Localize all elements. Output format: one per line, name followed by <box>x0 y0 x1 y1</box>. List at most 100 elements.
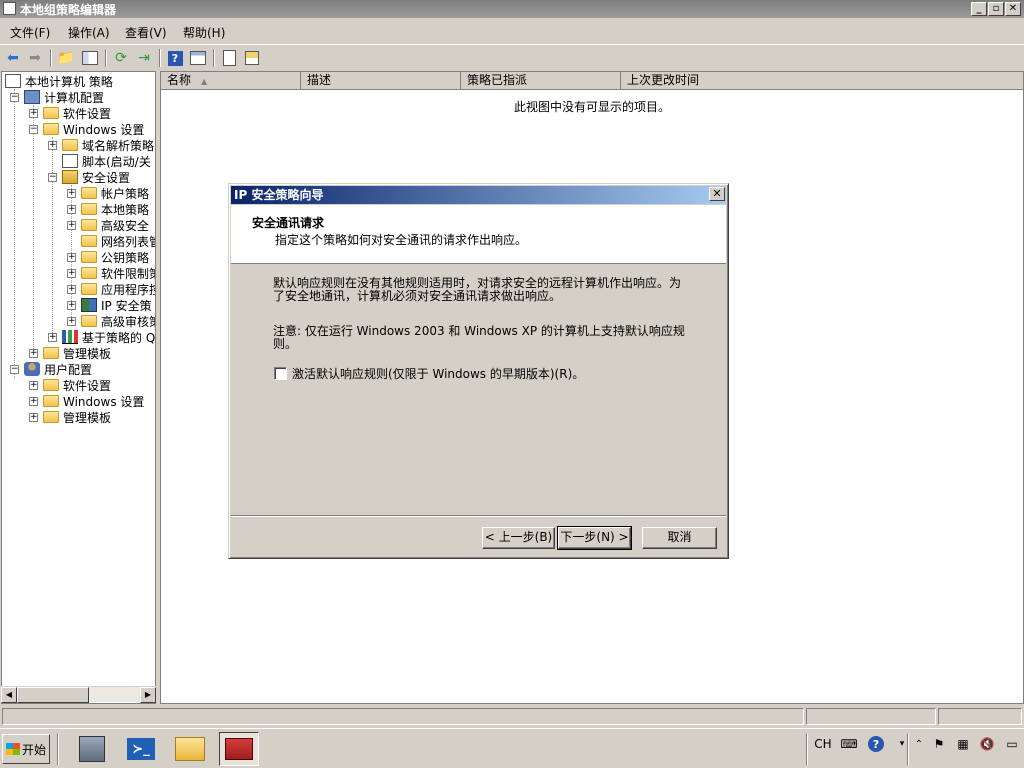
menu-file[interactable]: 文件(F) <box>10 24 50 41</box>
up-icon[interactable]: 📁 <box>56 48 76 68</box>
default-response-checkbox[interactable] <box>274 367 287 380</box>
tree-label: 软件设置 <box>63 378 112 393</box>
wizard-heading: 安全通讯请求 <box>252 216 325 230</box>
start-button[interactable]: 开始 <box>2 734 50 764</box>
collapse-icon[interactable]: − <box>10 93 19 102</box>
show-hidden-icons-icon[interactable]: ⌃ <box>910 733 928 755</box>
windows-logo-icon <box>6 743 20 755</box>
folder-icon <box>43 395 59 407</box>
tree-node-scripts[interactable]: 脚本(启动/关 <box>62 153 151 169</box>
dialog-close-icon[interactable]: ✕ <box>709 187 725 201</box>
tree-node-windows-settings[interactable]: Windows 设置 <box>43 121 144 137</box>
expand-icon[interactable]: + <box>67 285 76 294</box>
tree-node-account-policies[interactable]: 帐户策略 <box>81 185 149 201</box>
expand-icon[interactable]: + <box>67 301 76 310</box>
tree-node-software-settings[interactable]: 软件设置 <box>43 105 111 121</box>
expand-icon[interactable]: + <box>29 349 38 358</box>
folder-icon <box>81 219 97 231</box>
back-icon[interactable]: ⬅ <box>3 48 23 68</box>
expand-icon[interactable]: + <box>67 205 76 214</box>
column-header-assigned[interactable]: 策略已指派 <box>461 72 621 90</box>
volume-muted-icon[interactable]: 🔇 <box>978 733 996 755</box>
scroll-right-icon[interactable]: ▶ <box>140 687 156 703</box>
tree-node-user-config[interactable]: 用户配置 <box>24 361 92 377</box>
cancel-button[interactable]: 取消 <box>642 527 717 549</box>
tree-node-user-software[interactable]: 软件设置 <box>43 377 111 393</box>
collapse-icon[interactable]: − <box>29 125 38 134</box>
expand-icon[interactable]: + <box>67 253 76 262</box>
empty-list-message: 此视图中没有可显示的项目。 <box>514 100 671 114</box>
tree-node-user-admin-templates[interactable]: 管理模板 <box>43 409 111 425</box>
wizard-subheading: 指定这个策略如何对安全通讯的请求作出响应。 <box>275 233 528 247</box>
tree-node-computer-config[interactable]: 计算机配置 <box>24 89 104 105</box>
collapse-icon[interactable]: − <box>10 365 19 374</box>
scroll-thumb[interactable] <box>17 687 89 703</box>
column-header-description[interactable]: 描述 <box>301 72 461 90</box>
language-indicator[interactable]: CH <box>812 733 834 755</box>
expand-icon[interactable]: + <box>67 221 76 230</box>
expand-icon[interactable]: + <box>29 381 38 390</box>
close-button[interactable]: ✕ <box>1005 2 1021 16</box>
column-header-modified[interactable]: 上次更改时间 <box>621 72 1023 90</box>
expand-icon[interactable]: + <box>67 189 76 198</box>
toolbox-icon[interactable] <box>219 732 259 766</box>
toolbar-separator <box>50 49 52 67</box>
new-icon[interactable] <box>219 48 239 68</box>
expand-icon[interactable]: + <box>67 317 76 326</box>
expand-icon[interactable]: + <box>48 333 57 342</box>
refresh-icon[interactable]: ⟳ <box>111 48 131 68</box>
checkbox-label[interactable]: 激活默认响应规则(仅限于 Windows 的早期版本)(R)。 <box>292 368 584 381</box>
powershell-icon[interactable]: ≻_ <box>121 732 161 766</box>
forward-icon[interactable]: ➡ <box>25 48 45 68</box>
tree-node-security-settings[interactable]: 安全设置 <box>62 169 130 185</box>
restore-button[interactable]: ▫ <box>988 2 1004 16</box>
tree-node-local-policies[interactable]: 本地策略 <box>81 201 149 217</box>
explorer-icon[interactable] <box>170 732 210 766</box>
keyboard-icon[interactable]: ⌨ <box>840 733 858 755</box>
tree-label: 本地策略 <box>101 202 150 217</box>
import-icon[interactable] <box>242 48 262 68</box>
tree-node-network-list[interactable]: 网络列表管 <box>81 233 155 249</box>
expand-icon[interactable]: + <box>67 269 76 278</box>
help-icon[interactable]: ? <box>165 48 185 68</box>
scroll-left-icon[interactable]: ◀ <box>1 687 17 703</box>
tree-node-admin-templates[interactable]: 管理模板 <box>43 345 111 361</box>
tree-node-public-key[interactable]: 公钥策略 <box>81 249 149 265</box>
display-icon[interactable]: ▭ <box>1003 733 1021 755</box>
tree-node-root[interactable]: 本地计算机 策略 <box>5 73 113 89</box>
tree-node-app-control[interactable]: 应用程序控 <box>81 281 155 297</box>
tree-node-software-restriction[interactable]: 软件限制策 <box>81 265 155 281</box>
export-icon[interactable]: ⇥ <box>134 48 154 68</box>
next-button[interactable]: 下一步(N) > <box>557 526 632 550</box>
collapse-icon[interactable]: − <box>48 173 57 182</box>
minimize-button[interactable]: _ <box>971 2 987 16</box>
tree-node-advanced-security[interactable]: 高级安全 <box>81 217 149 233</box>
show-hide-tree-icon[interactable] <box>80 48 100 68</box>
tree-node-qos[interactable]: 基于策略的 Q <box>62 329 155 345</box>
expand-icon[interactable]: + <box>29 109 38 118</box>
properties-icon[interactable] <box>188 48 208 68</box>
expand-icon[interactable]: + <box>29 413 38 422</box>
expand-icon[interactable]: + <box>29 397 38 406</box>
server-manager-icon[interactable] <box>72 732 112 766</box>
tree-node-ip-security[interactable]: IP 安全策 <box>81 297 152 313</box>
tree-node-user-windows[interactable]: Windows 设置 <box>43 393 144 409</box>
tree-horizontal-scrollbar[interactable]: ◀ ▶ <box>1 686 156 703</box>
column-header-name[interactable]: 名称 ▲ <box>161 72 301 90</box>
menu-action[interactable]: 操作(A) <box>68 24 110 41</box>
expand-icon[interactable]: + <box>48 141 57 150</box>
dialog-title-bar[interactable]: IP 安全策略向导 <box>231 186 726 204</box>
folder-icon <box>81 315 97 327</box>
folder-icon <box>81 251 97 263</box>
tree-node-dns-policy[interactable]: 域名解析策略 <box>62 137 154 153</box>
tree-node-advanced-audit[interactable]: 高级审核策 <box>81 313 155 329</box>
tree-label: 本地计算机 策略 <box>25 74 113 89</box>
menu-help[interactable]: 帮助(H) <box>183 24 225 41</box>
network-icon[interactable]: ▦ <box>954 733 972 755</box>
back-button[interactable]: < 上一步(B) <box>482 527 555 549</box>
window-title-bar[interactable]: 本地组策略编辑器 _ ▫ ✕ <box>0 0 1024 18</box>
help-tray-icon[interactable]: ? <box>867 733 885 755</box>
menu-view[interactable]: 查看(V) <box>125 24 167 41</box>
tree-label: 域名解析策略 <box>82 138 155 153</box>
action-center-flag-icon[interactable]: ⚑ <box>930 733 948 755</box>
